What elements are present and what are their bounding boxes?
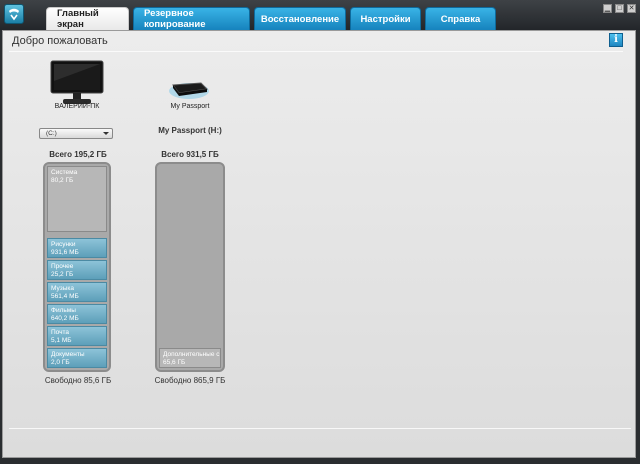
close-button[interactable]: ✕	[627, 4, 636, 13]
right-drive-free: Свободно 865,9 ГБ	[154, 376, 226, 385]
segment-music[interactable]: Музыка 561,4 МБ	[47, 282, 107, 302]
info-icon[interactable]: i	[609, 33, 623, 47]
segment-documents[interactable]: Документы 2,0 ГБ	[47, 348, 107, 368]
monitor-icon	[50, 60, 104, 104]
segment-other[interactable]: Прочее 25,2 ГБ	[47, 260, 107, 280]
left-drive-total: Всего 195,2 ГБ	[49, 150, 107, 159]
tab-backup[interactable]: Резервное копирование	[133, 7, 250, 30]
right-drive-usage-bar: Дополнительные с 65,6 ГБ	[155, 162, 225, 372]
footer-divider	[9, 428, 631, 429]
segment-size: 931,6 МБ	[51, 249, 79, 256]
title-bar: Главный экран Резервное копирование Восс…	[0, 0, 640, 30]
segment-name: Дополнительные с	[163, 351, 220, 358]
segment-size: 2,0 ГБ	[51, 359, 70, 366]
tab-help[interactable]: Справка	[425, 7, 496, 30]
window-controls: ▁ □ ✕	[603, 4, 636, 13]
segment-name: Документы	[51, 351, 85, 358]
segment-size: 65,6 ГБ	[163, 359, 186, 366]
passport-label: My Passport	[170, 103, 210, 110]
segment-name: Музыка	[51, 285, 74, 292]
segment-name: Фильмы	[51, 307, 76, 314]
segment-name: Рисунки	[51, 241, 76, 248]
app-logo-icon[interactable]	[4, 4, 24, 24]
segment-additional[interactable]: Дополнительные с 65,6 ГБ	[159, 348, 221, 368]
main-tabs: Главный экран Резервное копирование Восс…	[46, 7, 496, 30]
page-title: Добро пожаловать	[12, 35, 108, 47]
minimize-button[interactable]: ▁	[603, 4, 612, 13]
passport-drive-title: My Passport (H:)	[158, 126, 222, 135]
drive-selector[interactable]: (C:)	[39, 128, 113, 139]
tab-settings[interactable]: Настройки	[350, 7, 421, 30]
external-drive-icon	[169, 82, 209, 99]
segment-name: Прочее	[51, 263, 74, 270]
left-drive-free: Свободно 85,6 ГБ	[44, 376, 112, 385]
computer-label: ВАЛЕРИЙ-ПК	[54, 103, 100, 110]
left-drive-usage-bar: Система 80,2 ГБ Рисунки 931,6 МБ Прочее …	[43, 162, 111, 372]
passport-device[interactable]	[167, 79, 211, 101]
segment-size: 640,2 МБ	[51, 315, 79, 322]
segment-system[interactable]: Система 80,2 ГБ	[47, 166, 107, 232]
maximize-button[interactable]: □	[615, 4, 624, 13]
drive-selector-value: (C:)	[46, 130, 57, 137]
segment-movies[interactable]: Фильмы 640,2 МБ	[47, 304, 107, 324]
segment-size: 25,2 ГБ	[51, 271, 74, 278]
header-divider	[9, 51, 623, 52]
computer-device[interactable]	[49, 59, 105, 107]
segment-size: 80,2 ГБ	[51, 177, 74, 184]
segment-mail[interactable]: Почта 5,1 МБ	[47, 326, 107, 346]
right-drive-total: Всего 931,5 ГБ	[161, 150, 219, 159]
segment-name: Почта	[51, 329, 70, 336]
chevron-down-icon	[103, 132, 109, 135]
segment-size: 561,4 МБ	[51, 293, 79, 300]
segment-size: 5,1 МБ	[51, 337, 72, 344]
tab-restore[interactable]: Восстановление	[254, 7, 346, 30]
segment-pictures[interactable]: Рисунки 931,6 МБ	[47, 238, 107, 258]
segment-name: Система	[51, 169, 78, 176]
tab-home[interactable]: Главный экран	[46, 7, 129, 30]
home-panel: Добро пожаловать i ВАЛЕРИЙ-ПК My Passpor…	[2, 30, 636, 458]
